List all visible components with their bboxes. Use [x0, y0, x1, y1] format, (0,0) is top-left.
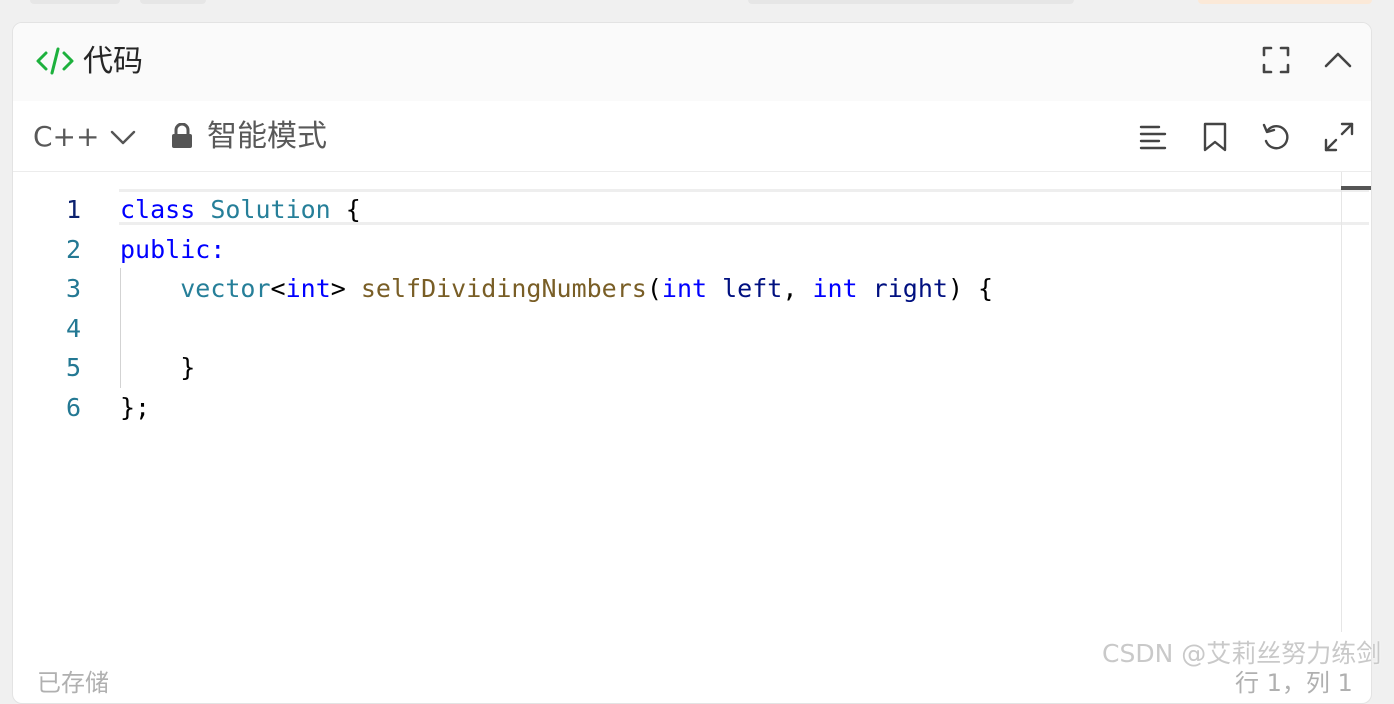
code-line[interactable]: }	[120, 348, 195, 388]
code-line[interactable]: vector<int> selfDividingNumbers(int left…	[120, 269, 993, 309]
line-number: 6	[65, 393, 81, 422]
tab-edge	[30, 0, 120, 4]
code-token: left	[722, 274, 783, 303]
code-token: right	[872, 274, 948, 303]
language-label: C++	[33, 120, 100, 153]
code-token: ,	[782, 274, 813, 303]
code-token: Solution	[210, 195, 331, 224]
panel-header: 代码	[13, 23, 1371, 101]
line-number: 4	[65, 314, 81, 343]
code-token: >	[330, 274, 361, 303]
code-token: <	[270, 274, 286, 303]
code-editor[interactable]: 1 2 3 4 5 6 class Solution { public: vec…	[13, 172, 1371, 652]
panel-title: 代码	[83, 44, 143, 79]
line-number: 3	[65, 274, 81, 303]
line-number: 5	[65, 353, 81, 382]
tab-edge	[1198, 0, 1372, 4]
code-token: }	[120, 353, 196, 382]
fullscreen-icon[interactable]	[1261, 45, 1291, 75]
smart-mode-label: 智能模式	[207, 119, 327, 154]
chevron-down-icon	[110, 130, 136, 145]
undo-icon[interactable]	[1260, 121, 1292, 153]
code-token: {	[330, 195, 361, 224]
code-token: ) {	[947, 274, 994, 303]
code-token: class	[120, 195, 196, 224]
code-panel: 代码 C++ 智能模式 1 2 3 4 5 6 class Solution {…	[12, 22, 1372, 704]
top-strip	[0, 0, 1394, 22]
chevron-up-icon[interactable]	[1323, 45, 1353, 75]
editor-toolbar: C++ 智能模式	[13, 101, 1371, 172]
code-line[interactable]: class Solution {	[120, 190, 361, 230]
lock-icon	[172, 123, 192, 148]
tab-edge	[140, 0, 206, 4]
code-token: selfDividingNumbers	[360, 274, 647, 303]
code-token: (	[646, 274, 662, 303]
tab-edge	[748, 0, 1074, 4]
format-align-icon[interactable]	[1137, 121, 1169, 153]
code-token: vector	[180, 274, 271, 303]
code-token: int	[661, 274, 708, 303]
save-status: 已存储	[37, 669, 109, 697]
code-brackets-icon	[36, 47, 74, 75]
line-number-gutter: 1 2 3 4 5 6	[13, 172, 103, 652]
code-line[interactable]: };	[120, 388, 150, 428]
code-token: int	[285, 274, 331, 303]
line-number: 2	[65, 235, 81, 264]
code-token: int	[812, 274, 858, 303]
code-line[interactable]: public:	[120, 230, 225, 270]
code-token: };	[120, 393, 151, 422]
expand-icon[interactable]	[1323, 121, 1355, 153]
bookmark-icon[interactable]	[1199, 121, 1231, 153]
scrollbar-cursor-marker	[1341, 186, 1371, 190]
code-token: public:	[120, 235, 226, 264]
line-number: 1	[65, 195, 81, 224]
vertical-scrollbar[interactable]	[1341, 172, 1342, 632]
watermark: CSDN @艾莉丝努力练剑	[1102, 639, 1382, 668]
